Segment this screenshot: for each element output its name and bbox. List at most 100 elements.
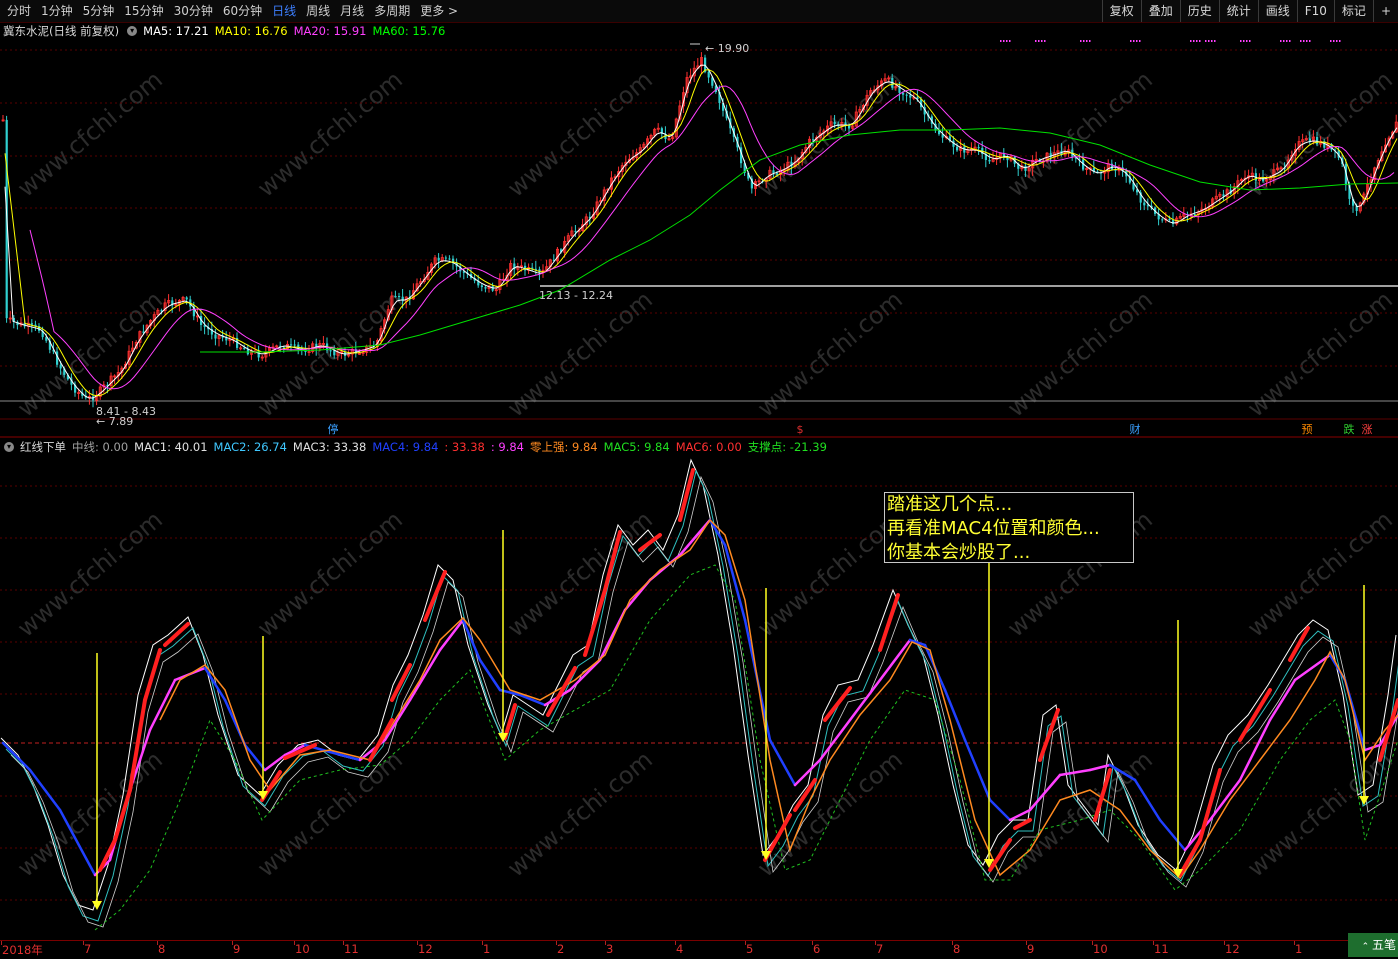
event-marker-5[interactable]: 涨: [1360, 423, 1374, 437]
orange-line: [159, 518, 1398, 880]
annotation-box: 踏准这几个点... 再看准MAC4位置和颜色... 你基本会炒股了...: [884, 492, 1134, 563]
date-tick-label: 7: [84, 942, 92, 956]
event-marker-0[interactable]: 停: [326, 423, 340, 437]
date-tick: [157, 941, 158, 945]
corner-label: 五笔: [1371, 938, 1396, 952]
trade-mark-dot: [1309, 40, 1311, 42]
candle-body: [574, 230, 577, 232]
mac4-segment: [1293, 653, 1332, 682]
low-price-label: ← 7.89: [96, 415, 133, 428]
mac4-segment: [263, 753, 287, 772]
date-tick-label: 9: [1027, 942, 1035, 956]
date-tick: [745, 941, 746, 945]
candle-body: [214, 334, 217, 339]
candle-body: [437, 257, 440, 261]
corner-icon: ⌃: [1361, 942, 1372, 952]
candle-body: [776, 173, 779, 175]
event-marker-1[interactable]: $: [793, 423, 807, 437]
trade-mark-dot: [1086, 40, 1088, 42]
ma5-line: [4, 64, 1398, 399]
red-signal-segment: [143, 648, 162, 702]
trade-mark-dot: [1205, 40, 1207, 42]
trade-mark-dot: [1246, 40, 1248, 42]
trade-mark-dot: [1208, 40, 1210, 42]
candle-body: [484, 287, 487, 289]
candle-body: [1168, 218, 1171, 221]
mac4-segment: [1028, 773, 1062, 812]
candle-body: [333, 350, 336, 356]
five-stroke-button[interactable]: ⌃ 五笔: [1348, 933, 1398, 957]
date-tick: [675, 941, 676, 945]
date-tick-label: 8: [158, 942, 166, 956]
mac4-value: MAC4: 9.84: [372, 440, 439, 454]
trade-mark-dot: [1193, 40, 1195, 42]
event-marker-3[interactable]: 预: [1300, 423, 1314, 437]
trade-mark-dot: [1199, 40, 1201, 42]
candle-body: [30, 323, 33, 325]
candle-body: [909, 95, 912, 98]
mac4-segment: [1158, 818, 1187, 852]
candle-body: [394, 296, 397, 298]
candle-body: [398, 296, 401, 298]
annotation-line-3: 你基本会炒股了...: [887, 542, 1031, 563]
red-signal-segment: [423, 570, 447, 622]
candle-body: [401, 296, 404, 302]
date-tick-label: 4: [676, 942, 684, 956]
mac4-segment: [1108, 763, 1137, 782]
event-marker-2[interactable]: 财: [1128, 423, 1142, 437]
candle-body: [812, 139, 815, 141]
trade-mark-dot: [1136, 40, 1138, 42]
trade-mark-dot: [1280, 40, 1282, 42]
trade-mark-dot: [1243, 40, 1245, 42]
high-price-label: ← 19.90: [705, 42, 749, 55]
mac4-segment: [988, 798, 1012, 822]
trade-mark-dot: [1283, 40, 1285, 42]
red-signal-segment: [1198, 768, 1222, 842]
candle-body: [1024, 165, 1027, 171]
mac1-value: MAC1: 40.01: [134, 440, 208, 454]
trade-mark-dot: [1303, 40, 1305, 42]
candle-body: [1193, 214, 1196, 216]
date-tick-label: 10: [295, 942, 310, 956]
mac4-segment: [1088, 763, 1112, 772]
lsq-value: 零上强: 9.84: [529, 440, 598, 454]
buy-signal-arrow-head: [1359, 796, 1369, 805]
candle-body: [444, 257, 447, 259]
trade-mark-dot: [1289, 40, 1291, 42]
mac5-value: MAC5: 9.84: [603, 440, 670, 454]
mac4-segment: [723, 543, 747, 622]
trade-mark-dot: [1006, 40, 1008, 42]
date-tick-label: 12: [1225, 942, 1240, 956]
annotation-line-1: 踏准这几个点...: [887, 494, 1013, 515]
support-point-value: 支撑点: -21.39: [747, 440, 827, 454]
date-tick-label: 12: [418, 942, 433, 956]
candle-body: [902, 92, 905, 95]
trade-mark-dot: [1330, 40, 1332, 42]
mac4-extra1: : 33.38: [444, 440, 485, 454]
date-tick-label: 2: [557, 942, 565, 956]
indicator-settings-icon[interactable]: ▾: [4, 442, 14, 452]
trade-mark-dot: [1306, 40, 1308, 42]
trade-mark-dot: [1339, 40, 1341, 42]
date-tick: [1224, 941, 1225, 945]
date-tick: [482, 941, 483, 945]
date-tick-label: 8: [953, 942, 961, 956]
indicator-name: 红线下单: [20, 440, 66, 454]
date-tick: [952, 941, 953, 945]
mac4-segment: [1133, 778, 1162, 822]
date-tick: [1153, 941, 1154, 945]
date-tick: [812, 941, 813, 945]
mac4-segment: [878, 638, 912, 682]
date-tick: [1294, 941, 1295, 945]
trade-mark-dot: [1003, 40, 1005, 42]
candle-body: [293, 344, 296, 346]
event-marker-4[interactable]: 跌: [1342, 423, 1356, 437]
trade-mark-dot: [1080, 40, 1082, 42]
trade-mark-dot: [1190, 40, 1192, 42]
trade-mark-dot: [1139, 40, 1141, 42]
kline-chart[interactable]: ← 19.9012.13 - 12.248.41 - 8.43← 7.89: [0, 0, 1398, 957]
candle-body: [1161, 219, 1164, 221]
trade-mark-dot: [1044, 40, 1046, 42]
mac4-extra2: : 9.84: [490, 440, 524, 454]
trade-mark-dot: [1035, 40, 1037, 42]
